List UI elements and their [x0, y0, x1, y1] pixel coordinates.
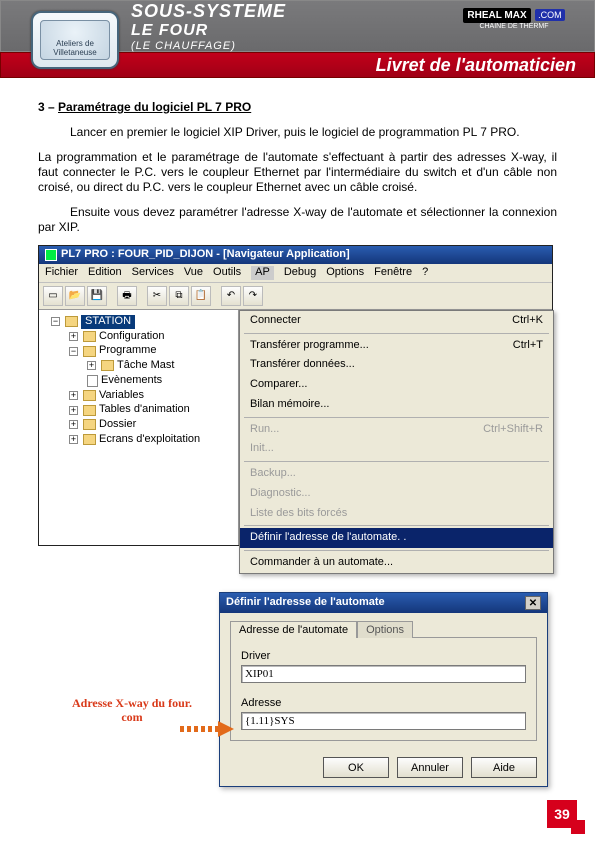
tree-tables-animation[interactable]: +Tables d'animation — [69, 403, 234, 417]
tree: −STATION +Configuration −Programme +Tâch… — [43, 315, 234, 447]
page-header: Ateliers de Villetaneuse SOUS-SYSTEME LE… — [0, 0, 595, 86]
address-dialog: Définir l'adresse de l'automate ✕ Adress… — [219, 592, 548, 787]
tree-dossier[interactable]: +Dossier — [69, 418, 234, 432]
pl7-window: PL7 PRO : FOUR_PID_DIJON - [Navigateur A… — [38, 245, 553, 546]
annotation-arrow-icon — [180, 722, 240, 736]
header-brand: RHEAL MAX .COM CHAINE DE THERMF — [440, 5, 588, 49]
section-title: Paramétrage du logiciel PL 7 PRO — [58, 100, 251, 114]
tool-cut-icon[interactable]: ✂ — [147, 286, 167, 306]
menu-options[interactable]: Options — [326, 266, 364, 280]
menu-debug[interactable]: Debug — [284, 266, 316, 280]
driver-input[interactable] — [241, 665, 526, 683]
toolbar-sep — [139, 286, 145, 306]
dialog-body: Adresse de l'automate Options Driver Adr… — [220, 613, 547, 749]
tool-redo-icon[interactable]: ↷ — [243, 286, 263, 306]
tree-ecrans[interactable]: +Ecrans d'exploitation — [69, 433, 234, 447]
tab-content: Driver Adresse — [230, 637, 537, 741]
paragraph-1: Lancer en premier le logiciel XIP Driver… — [38, 125, 557, 140]
tree-variables[interactable]: +Variables — [69, 389, 234, 403]
menu-init: Init... — [240, 439, 553, 459]
menu-commander[interactable]: Commander à un automate... — [240, 553, 553, 573]
tool-new-icon[interactable]: ▭ — [43, 286, 63, 306]
menu-help[interactable]: ? — [422, 266, 428, 280]
tool-paste-icon[interactable]: 📋 — [191, 286, 211, 306]
ok-button[interactable]: OK — [323, 757, 389, 778]
com-badge: .COM — [535, 9, 565, 21]
page-number: 39 — [547, 800, 577, 828]
address-label: Adresse — [241, 697, 526, 709]
tab-strip: Adresse de l'automate Options — [230, 621, 537, 638]
menu-liste-bits: Liste des bits forcés — [240, 504, 553, 524]
tree-evenements[interactable]: Evènements — [87, 374, 234, 388]
close-icon[interactable]: ✕ — [525, 596, 541, 610]
toolbar: ▭ 📂 💾 🖶 ✂ ⧉ 📋 ↶ ↷ — [39, 283, 552, 310]
ap-dropdown: ConnecterCtrl+K Transférer programme...C… — [239, 310, 554, 574]
tree-pane: −STATION +Configuration −Programme +Tâch… — [39, 310, 239, 545]
menu-transf-prog[interactable]: Transférer programme...Ctrl+T — [240, 336, 553, 356]
dialog-buttons: OK Annuler Aide — [220, 749, 547, 786]
menubar: Fichier Edition Services Vue Outils AP D… — [39, 264, 552, 283]
annotation-text: Adresse X-way du four. com — [62, 697, 202, 725]
tool-save-icon[interactable]: 💾 — [87, 286, 107, 306]
menu-outils[interactable]: Outils — [213, 266, 241, 280]
toolbar-sep — [213, 286, 219, 306]
brand-tagline: CHAINE DE THERMF — [440, 23, 588, 30]
menu-definir-adresse[interactable]: Définir l'adresse de l'automate. . — [240, 528, 553, 548]
menu-sep — [244, 461, 549, 462]
header-line1: SOUS-SYSTEME — [131, 1, 286, 22]
menu-sep — [244, 333, 549, 334]
menu-fichier[interactable]: Fichier — [45, 266, 78, 280]
document-body: 3 – Paramétrage du logiciel PL 7 PRO Lan… — [0, 86, 595, 546]
cancel-button[interactable]: Annuler — [397, 757, 463, 778]
menu-run: Run...Ctrl+Shift+R — [240, 420, 553, 440]
tree-programme[interactable]: −Programme — [69, 344, 234, 358]
help-button[interactable]: Aide — [471, 757, 537, 778]
dialog-titlebar: Définir l'adresse de l'automate ✕ — [220, 593, 547, 613]
booklet-title: Livret de l'automaticien — [376, 55, 576, 76]
window-title: PL7 PRO : FOUR_PID_DIJON - [Navigateur A… — [61, 248, 350, 262]
logo-text: Ateliers de Villetaneuse — [40, 20, 110, 60]
tool-print-icon[interactable]: 🖶 — [117, 286, 137, 306]
header-band: Ateliers de Villetaneuse SOUS-SYSTEME LE… — [0, 0, 595, 52]
menu-sep — [244, 550, 549, 551]
header-text: SOUS-SYSTEME LE FOUR (LE CHAUFFAGE) — [131, 1, 286, 52]
tree-tache-mast[interactable]: +Tâche Mast — [87, 359, 234, 373]
menu-connecter[interactable]: ConnecterCtrl+K — [240, 311, 553, 331]
section-heading: 3 – Paramétrage du logiciel PL 7 PRO — [38, 100, 557, 115]
tree-root[interactable]: −STATION — [51, 315, 234, 329]
menu-edition[interactable]: Edition — [88, 266, 122, 280]
tab-options[interactable]: Options — [357, 621, 413, 638]
toolbar-sep — [109, 286, 115, 306]
menu-sep — [244, 417, 549, 418]
menu-fenetre[interactable]: Fenêtre — [374, 266, 412, 280]
menu-comparer[interactable]: Comparer... — [240, 375, 553, 395]
menu-bilan[interactable]: Bilan mémoire... — [240, 395, 553, 415]
menu-ap[interactable]: AP — [251, 266, 274, 280]
tool-undo-icon[interactable]: ↶ — [221, 286, 241, 306]
app-body: −STATION +Configuration −Programme +Tâch… — [39, 310, 552, 545]
app-icon — [45, 249, 57, 261]
menu-services[interactable]: Services — [132, 266, 174, 280]
logo-emblem: Ateliers de Villetaneuse — [31, 11, 119, 69]
address-input[interactable] — [241, 712, 526, 730]
tool-copy-icon[interactable]: ⧉ — [169, 286, 189, 306]
header-line2: LE FOUR — [131, 22, 286, 40]
titlebar: PL7 PRO : FOUR_PID_DIJON - [Navigateur A… — [39, 246, 552, 264]
tab-adresse[interactable]: Adresse de l'automate — [230, 621, 357, 638]
menu-vue[interactable]: Vue — [184, 266, 203, 280]
menu-diagnostic: Diagnostic... — [240, 484, 553, 504]
menu-sep — [244, 525, 549, 526]
menu-backup: Backup... — [240, 464, 553, 484]
paragraph-3: Ensuite vous devez paramétrer l'adresse … — [38, 205, 557, 235]
menu-transf-data[interactable]: Transférer données... — [240, 355, 553, 375]
tool-open-icon[interactable]: 📂 — [65, 286, 85, 306]
brand-badge: RHEAL MAX — [463, 8, 530, 23]
driver-label: Driver — [241, 650, 526, 662]
paragraph-2: La programmation et le paramétrage de l'… — [38, 150, 557, 195]
section-number: 3 – — [38, 100, 58, 114]
header-sub: (LE CHAUFFAGE) — [131, 40, 286, 52]
tree-configuration[interactable]: +Configuration — [69, 330, 234, 344]
dialog-title: Définir l'adresse de l'automate — [226, 596, 385, 610]
